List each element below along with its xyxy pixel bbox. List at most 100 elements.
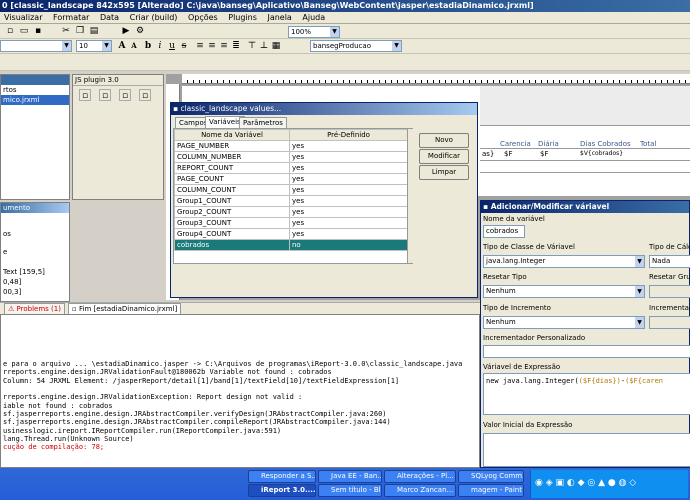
doc-item[interactable]: e <box>1 247 69 257</box>
predefined-cell[interactable]: yes <box>289 184 408 196</box>
predefined-cell[interactable]: yes <box>289 140 408 152</box>
menu-criar[interactable]: Criar (build) <box>126 12 182 24</box>
underline-icon[interactable]: u <box>166 40 178 52</box>
calc-select[interactable]: Nada <box>649 255 690 268</box>
doc-item[interactable]: Text [159,5] <box>1 267 69 277</box>
menu-visualizar[interactable]: Visualizar <box>0 12 47 24</box>
tab-end[interactable]: ▫ Fim [estadiaDinamico.jrxml] <box>68 303 182 314</box>
table-row[interactable]: Group2_COUNT yes <box>174 206 408 218</box>
predefined-cell[interactable]: yes <box>289 217 408 229</box>
task-paint[interactable]: magem - Paint <box>458 484 524 497</box>
report-header-dias-cobrados[interactable]: Dias Cobrados <box>580 140 631 148</box>
variable-name-cell[interactable]: PAGE_COUNT <box>174 173 290 185</box>
compile-icon[interactable]: ⚙ <box>134 25 146 37</box>
bold-icon[interactable]: b <box>142 40 154 52</box>
menu-formatar[interactable]: Formatar <box>49 12 93 24</box>
plugin-btn-4-icon[interactable]: ▫ <box>139 89 151 101</box>
table-row[interactable]: cobrados no <box>174 239 408 251</box>
predefined-cell[interactable]: yes <box>289 151 408 163</box>
table-row[interactable]: REPORT_COUNT yes <box>174 162 408 174</box>
clear-button[interactable]: Limpar <box>419 165 469 180</box>
datasource-combo[interactable]: bansegProducao ▼ <box>310 40 402 52</box>
class-select[interactable]: java.lang.Integer ▼ <box>483 255 645 268</box>
predefined-cell[interactable]: no <box>289 239 408 251</box>
task-notepad[interactable]: Sem título - Blo... <box>318 484 382 497</box>
align-justify-icon[interactable]: ≣ <box>230 40 242 52</box>
variable-name-cell[interactable]: COLUMN_NUMBER <box>174 151 290 163</box>
new-button[interactable]: Novo <box>419 133 469 148</box>
variable-name-cell[interactable]: Group3_COUNT <box>174 217 290 229</box>
align-right-icon[interactable]: ≡ <box>218 40 230 52</box>
italic-icon[interactable]: i <box>154 40 166 52</box>
align-top-icon[interactable]: ⊤ <box>246 40 258 52</box>
variable-name-cell[interactable]: Group2_COUNT <box>174 206 290 218</box>
report-header-total[interactable]: Total <box>640 140 656 148</box>
initial-expression-editor[interactable] <box>483 433 690 467</box>
predefined-cell[interactable]: yes <box>289 206 408 218</box>
menu-janela[interactable]: Janela <box>263 12 295 24</box>
strikethrough-icon[interactable]: s <box>178 40 190 52</box>
variable-name-cell[interactable]: COLUMN_COUNT <box>174 184 290 196</box>
tab-problems[interactable]: ⚠ Problems (1) <box>4 303 65 314</box>
report-field-cobrados[interactable]: $V{cobrados} <box>580 150 623 157</box>
table-row[interactable]: Group1_COUNT yes <box>174 195 408 207</box>
reset-select[interactable]: Nenhum ▼ <box>483 285 645 298</box>
variable-name-cell[interactable]: Group4_COUNT <box>174 228 290 240</box>
plugin-btn-2-icon[interactable]: ▫ <box>99 89 111 101</box>
copy-icon[interactable]: ❐ <box>74 25 86 37</box>
tab-parametros[interactable]: Parâmetros <box>239 117 287 128</box>
cut-icon[interactable]: ✂ <box>60 25 72 37</box>
incr-group-select[interactable] <box>649 316 690 329</box>
menu-ajuda[interactable]: Ajuda <box>298 12 329 24</box>
table-row[interactable]: PAGE_NUMBER yes <box>174 140 408 152</box>
variable-name-cell[interactable]: cobrados <box>174 239 290 251</box>
menu-plugins[interactable]: Plugins <box>224 12 261 24</box>
col-header-predefined[interactable]: Pré-Definido <box>289 129 408 141</box>
align-middle-icon[interactable]: ⊥ <box>258 40 270 52</box>
variable-name-cell[interactable]: REPORT_COUNT <box>174 162 290 174</box>
grid-icon[interactable]: ▦ <box>270 40 282 52</box>
paste-icon[interactable]: ▤ <box>88 25 100 37</box>
zoom-combo-field[interactable]: 100% ▼ <box>288 26 340 38</box>
task-ireport[interactable]: iReport 3.0.... <box>248 484 316 497</box>
plugin-btn-1-icon[interactable]: ▫ <box>79 89 91 101</box>
font-size-combo[interactable]: 10 ▼ <box>76 40 112 52</box>
doc-item[interactable]: 00,3] <box>1 287 69 297</box>
file-item-selected[interactable]: mico.jrxml <box>1 95 69 105</box>
task-java-ee[interactable]: Java EE - Ban... <box>318 470 382 483</box>
increase-font-icon[interactable]: A <box>116 40 128 52</box>
run-icon[interactable]: ▶ <box>120 25 132 37</box>
table-row[interactable]: Group4_COUNT yes <box>174 228 408 240</box>
align-left-icon[interactable]: ≡ <box>194 40 206 52</box>
tray-icons[interactable]: ◉ ◈ ▣ ◐ ◆ ◎ ▲ ● ◍ ◇ <box>535 478 636 488</box>
menu-opcoes[interactable]: Opções <box>184 12 222 24</box>
new-icon[interactable]: ▫ <box>4 25 16 37</box>
variable-name-cell[interactable]: Group1_COUNT <box>174 195 290 207</box>
menu-data[interactable]: Data <box>96 12 123 24</box>
incr-select[interactable]: Nenhum ▼ <box>483 316 645 329</box>
predefined-cell[interactable]: yes <box>289 195 408 207</box>
col-header-name[interactable]: Nome da Variável <box>174 129 290 141</box>
align-center-icon[interactable]: ≡ <box>206 40 218 52</box>
plugin-btn-3-icon[interactable]: ▫ <box>119 89 131 101</box>
task-responder[interactable]: Responder a S... <box>248 470 316 483</box>
decrease-font-icon[interactable]: A <box>128 40 140 52</box>
task-alteracoes[interactable]: Alterações - Pl... <box>384 470 456 483</box>
report-header-carencia[interactable]: Carencia <box>500 140 531 148</box>
task-sqlyog[interactable]: SQLyog Comm... <box>458 470 524 483</box>
font-combo[interactable]: ▼ <box>0 40 72 52</box>
doc-item[interactable]: os <box>1 229 69 239</box>
report-field-carencia[interactable]: $F <box>504 150 512 158</box>
reset-group-select[interactable] <box>649 285 690 298</box>
predefined-cell[interactable]: yes <box>289 173 408 185</box>
save-icon[interactable]: ▪ <box>32 25 44 37</box>
task-marco[interactable]: Marco Zancan... <box>384 484 456 497</box>
table-row[interactable]: COLUMN_NUMBER yes <box>174 151 408 163</box>
table-row[interactable]: Group3_COUNT yes <box>174 217 408 229</box>
report-field-as[interactable]: as} <box>482 150 494 158</box>
doc-item[interactable]: 0,48] <box>1 277 69 287</box>
table-row[interactable]: PAGE_COUNT yes <box>174 173 408 185</box>
file-item[interactable]: rtos <box>1 85 69 95</box>
predefined-cell[interactable]: yes <box>289 228 408 240</box>
expression-editor[interactable]: new java.lang.Integer(($F{dias})-($F{car… <box>483 373 690 415</box>
